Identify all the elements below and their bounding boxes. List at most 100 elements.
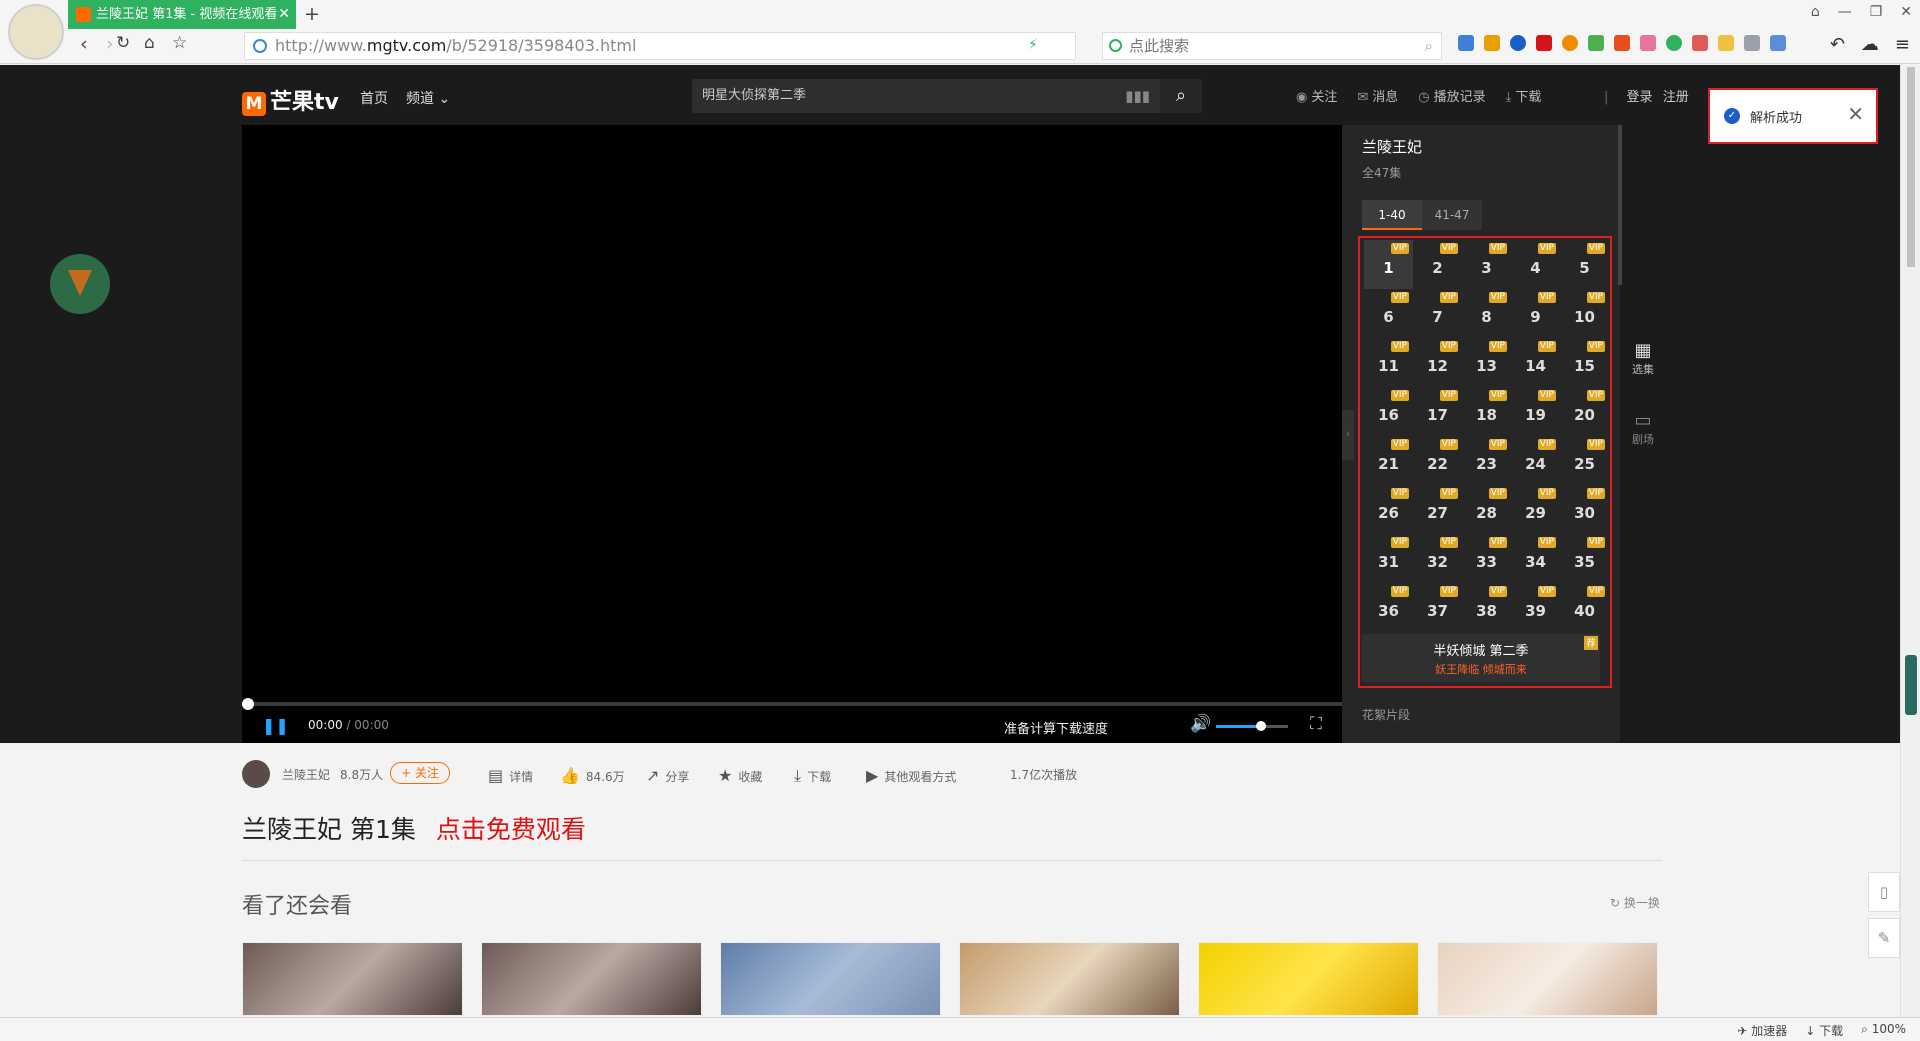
episode-item[interactable]: 34 VIP [1511,534,1560,583]
extension-icon[interactable] [1640,35,1656,51]
cloud-icon[interactable]: ☁ [1861,34,1879,55]
episode-item[interactable]: 4 VIP [1511,240,1560,289]
login-link[interactable]: 登录 [1627,90,1653,105]
address-bar[interactable]: http://www.mgtv.com/b/52918/3598403.html [244,32,1076,60]
tab-close-icon[interactable]: ✕ [278,0,290,29]
episode-item[interactable]: 40 VIP [1560,583,1609,632]
register-link[interactable]: 注册 [1663,90,1689,105]
thumbnail[interactable] [242,942,463,1016]
close-icon[interactable]: ✕ [1847,102,1864,126]
extension-icon[interactable] [1614,35,1630,51]
apps-icon[interactable] [1458,35,1474,51]
volume-slider[interactable] [1216,721,1288,731]
episode-item[interactable]: 37 VIP [1413,583,1462,632]
menu-icon[interactable]: ≡ [1895,34,1910,55]
episode-item[interactable]: 13 VIP [1462,338,1511,387]
pause-icon[interactable]: ❚❚ [262,716,289,735]
volume-icon[interactable]: 🔊 [1190,714,1211,734]
episode-item[interactable]: 1 VIP [1364,240,1413,289]
episode-item[interactable]: 20 VIP [1560,387,1609,436]
browser-tab[interactable]: 兰陵王妃 第1集 - 视频在线观看 ✕ [68,0,296,29]
floating-shield-badge[interactable] [50,254,110,314]
episode-item[interactable]: 38 VIP [1462,583,1511,632]
episode-item[interactable]: 2 VIP [1413,240,1462,289]
back-icon[interactable]: ‹ [80,33,88,55]
episode-item[interactable]: 23 VIP [1462,436,1511,485]
episode-item[interactable]: 6 VIP [1364,289,1413,338]
collapse-panel-icon[interactable]: › [1342,410,1354,460]
episode-item[interactable]: 12 VIP [1413,338,1462,387]
episode-item[interactable]: 21 VIP [1364,436,1413,485]
hot-search-bars-icon[interactable]: ▮▮▮ [1125,79,1150,113]
history-link[interactable]: ◷ 播放记录 [1418,86,1485,105]
bookmark-star-icon[interactable]: ☆ [172,33,187,53]
episode-item[interactable]: 16 VIP [1364,387,1413,436]
range-tab-1-40[interactable]: 1-40 [1362,200,1422,230]
channel-avatar[interactable] [242,760,270,788]
channel-name[interactable]: 兰陵王妃 [282,766,330,783]
other-ways-button[interactable]: ▶ 其他观看方式 [866,766,956,785]
like-button[interactable]: 👍 84.6万 [560,766,625,785]
rail-theater[interactable]: ▭ 剧场 [1628,410,1658,447]
restore-icon[interactable]: ❐ [1870,4,1883,20]
episode-item[interactable]: 5 VIP [1560,240,1609,289]
reload-icon[interactable]: ↻ [116,33,130,53]
episode-item[interactable]: 31 VIP [1364,534,1413,583]
promo-card[interactable]: 半妖倾城 第二季 妖王降临 倾城而来 荐 [1362,634,1600,682]
episode-item[interactable]: 8 VIP [1462,289,1511,338]
episode-item[interactable]: 17 VIP [1413,387,1462,436]
extension-icon[interactable] [1692,35,1708,51]
extension-icon[interactable] [1484,35,1500,51]
user-avatar[interactable] [8,4,64,60]
episode-item[interactable]: 27 VIP [1413,485,1462,534]
episode-item[interactable]: 36 VIP [1364,583,1413,632]
thumbnail[interactable] [1198,942,1419,1016]
episode-item[interactable]: 33 VIP [1462,534,1511,583]
episode-item[interactable]: 10 VIP [1560,289,1609,338]
thumbnail[interactable] [481,942,702,1016]
follow-button[interactable]: + 关注 [390,762,450,784]
episode-item[interactable]: 32 VIP [1413,534,1462,583]
search-icon[interactable]: ⌕ [1425,33,1433,59]
episode-item[interactable]: 11 VIP [1364,338,1413,387]
favorite-button[interactable]: ★ 收藏 [718,766,762,785]
thumbnail[interactable] [959,942,1180,1016]
fullscreen-icon[interactable]: ⛶ [1310,714,1322,734]
new-tab-icon[interactable]: + [304,3,320,25]
side-grip-handle[interactable] [1905,655,1917,715]
extension-icon[interactable] [1770,35,1786,51]
thumbnail[interactable] [1437,942,1658,1016]
episode-item[interactable]: 18 VIP [1462,387,1511,436]
site-search-input[interactable]: 明星大侦探第二季 ▮▮▮ ⌕ [692,79,1202,113]
episode-item[interactable]: 28 VIP [1462,485,1511,534]
browser-search[interactable]: 点此搜索 ⌕ [1102,32,1442,60]
download-button[interactable]: ⤓ 下载 [794,766,831,786]
messages-link[interactable]: ✉ 消息 [1357,86,1398,105]
episode-item[interactable]: 3 VIP [1462,240,1511,289]
home-icon[interactable]: ⌂ [144,33,155,53]
nav-channels[interactable]: 频道 ⌄ [406,88,450,108]
range-tab-41-47[interactable]: 41-47 [1422,200,1482,230]
forward-icon[interactable]: › [106,33,114,55]
episode-item[interactable]: 7 VIP [1413,289,1462,338]
episode-item[interactable]: 19 VIP [1511,387,1560,436]
extension-icon[interactable] [1510,35,1526,51]
side-panel-scrollbar[interactable] [1618,125,1622,285]
free-watch-link[interactable]: 点击免费观看 [436,815,586,844]
episode-item[interactable]: 29 VIP [1511,485,1560,534]
nav-home[interactable]: 首页 [360,88,388,108]
extension-icon[interactable] [1588,35,1604,51]
episode-item[interactable]: 39 VIP [1511,583,1560,632]
mgtv-logo[interactable]: M 芒果tv [242,84,339,116]
episode-item[interactable]: 25 VIP [1560,436,1609,485]
episode-item[interactable]: 14 VIP [1511,338,1560,387]
video-player[interactable] [242,125,1342,743]
extension-icon[interactable] [1562,35,1578,51]
extension-icon[interactable] [1666,35,1682,51]
extension-icon[interactable] [1536,35,1552,51]
undo-icon[interactable]: ↶ [1830,34,1845,55]
speed-lightning-icon[interactable]: ⚡ [1028,37,1038,53]
mobile-view-button[interactable]: ▯ [1868,872,1900,912]
follow-link[interactable]: ◉ 关注 [1296,86,1337,105]
minimize-icon[interactable]: — [1838,4,1852,20]
